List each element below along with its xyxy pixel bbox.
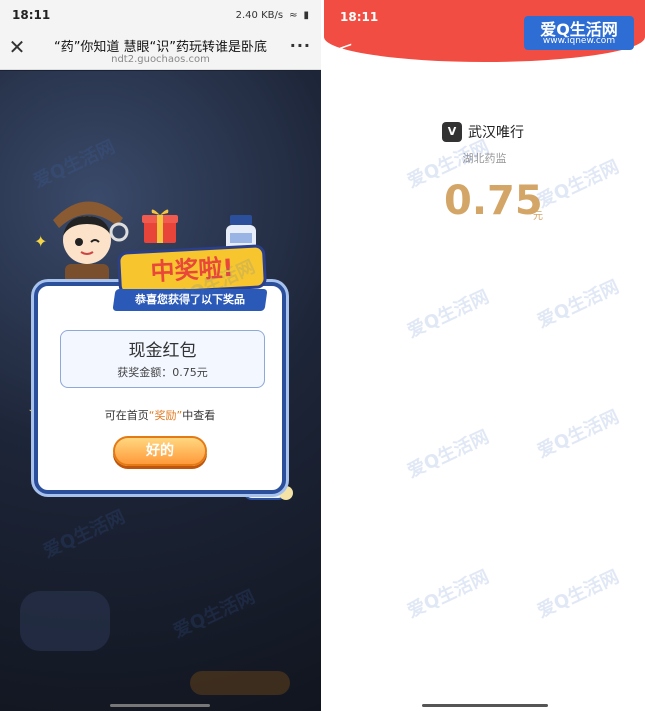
watermark: 爱Q生活网 bbox=[403, 423, 493, 483]
watermark-text: 爱Q生活网 bbox=[404, 426, 493, 483]
gift-box-illustration bbox=[142, 209, 178, 243]
home-indicator[interactable] bbox=[110, 704, 210, 707]
hint-suffix: 中查看 bbox=[182, 409, 216, 422]
status-time: 18:11 bbox=[340, 10, 379, 24]
status-time: 18:11 bbox=[12, 8, 51, 22]
watermark-text: 爱Q生活网 bbox=[534, 566, 623, 623]
ok-button[interactable]: 好的 bbox=[113, 436, 207, 466]
right-screen: 18:11 < 爱Q生活网 www.iqnew.com V 武汉唯行 湖北药监 … bbox=[324, 0, 645, 711]
close-icon[interactable]: ✕ bbox=[8, 37, 26, 57]
star-icon: ✦ bbox=[34, 232, 48, 251]
received-amount: 0.75 bbox=[444, 178, 543, 224]
browser-nav-bar: ✕ “药”你知道 慧眼“识”药玩转谁是卧底 ndt2.guochaos.com … bbox=[0, 30, 321, 70]
watermark-text: 爱Q生活网 bbox=[404, 286, 493, 343]
status-icons: 2.40 KB/s ≈ ▮ bbox=[236, 10, 309, 21]
bg-shape bbox=[190, 671, 290, 695]
status-bar: 18:11 2.40 KB/s ≈ ▮ bbox=[0, 0, 321, 30]
watermark: 爱Q生活网 bbox=[403, 283, 493, 343]
net-speed: 2.40 KB/s bbox=[235, 9, 284, 21]
wifi-icon: ≈ bbox=[289, 9, 298, 21]
view-reward-hint: 可在首页“奖励”中查看 bbox=[90, 407, 230, 423]
page-url: ndt2.guochaos.com bbox=[111, 54, 210, 65]
watermark: 爱Q生活网 bbox=[533, 563, 623, 623]
battery-icon: ▮ bbox=[303, 9, 309, 21]
prize-amount: 获奖金额：0.75元 bbox=[117, 366, 208, 379]
more-icon[interactable]: ··· bbox=[290, 36, 311, 55]
hint-prefix: 可在首页 bbox=[104, 409, 149, 422]
watermark-text: 爱Q生活网 bbox=[534, 276, 623, 333]
back-arrow-icon[interactable]: < bbox=[338, 38, 353, 59]
left-screen: 18:11 2.40 KB/s ≈ ▮ ✕ “药”你知道 慧眼“识”药玩转谁是卧… bbox=[0, 0, 321, 711]
home-indicator[interactable] bbox=[422, 704, 548, 707]
watermark: 爱Q生活网 bbox=[403, 563, 493, 623]
watermark-text: 爱Q生活网 bbox=[404, 566, 493, 623]
watermark: 爱Q生活网 bbox=[533, 403, 623, 463]
prize-name: 现金红包 bbox=[128, 341, 197, 361]
page-title: “药”你知道 慧眼“识”药玩转谁是卧底 bbox=[53, 40, 268, 55]
watermark-text: 爱Q生活网 bbox=[534, 406, 623, 463]
hint-highlight: “奖励” bbox=[148, 409, 183, 422]
site-logo-url: www.iqnew.com bbox=[542, 36, 616, 46]
merchant-logo-icon: V bbox=[442, 122, 462, 142]
watermark: 爱Q生活网 bbox=[533, 273, 623, 333]
bg-shape bbox=[20, 591, 110, 651]
